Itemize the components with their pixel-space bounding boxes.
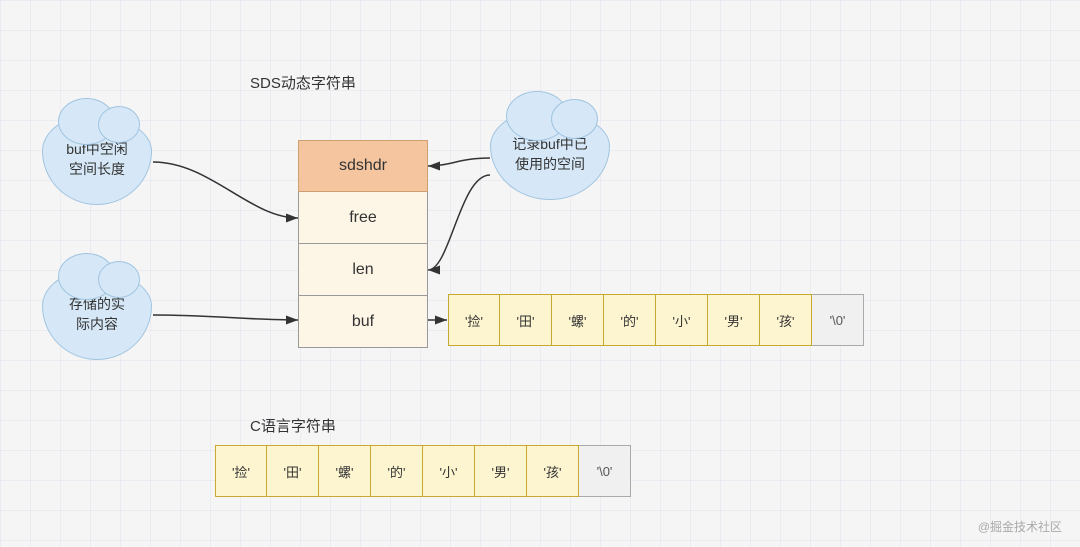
- c-char-row: '捡' '田' '螺' '的' '小' '男' '孩' '\0': [215, 445, 631, 497]
- c-char-5: '男': [475, 445, 527, 497]
- cloud-free-space-label: buf中空闲空间长度: [66, 140, 127, 179]
- watermark: @掘金技术社区: [978, 518, 1062, 535]
- sds-structure: sdshdr free len buf: [298, 140, 428, 348]
- sds-char-1: '田': [500, 294, 552, 346]
- c-char-null: '\0': [579, 445, 631, 497]
- cloud-used-space: 记录buf中已使用的空间: [490, 110, 610, 200]
- sds-char-0: '捡': [448, 294, 500, 346]
- sds-cell-buf: buf: [298, 296, 428, 348]
- c-string-title: C语言字符串: [250, 415, 336, 436]
- sds-char-null: '\0': [812, 294, 864, 346]
- sds-cell-len: len: [298, 244, 428, 296]
- cloud-actual-content-label: 存储的实际内容: [69, 295, 125, 334]
- sds-char-4: '小': [656, 294, 708, 346]
- diagram: SDS动态字符串 buf中空闲空间长度 记录buf中已使用的空间 存储的实际内容…: [0, 0, 1080, 547]
- sds-char-5: '男': [708, 294, 760, 346]
- cloud-used-space-label: 记录buf中已使用的空间: [512, 135, 587, 174]
- sds-title: SDS动态字符串: [250, 72, 356, 93]
- sds-char-2: '螺': [552, 294, 604, 346]
- sds-cell-free: free: [298, 192, 428, 244]
- cloud-free-space: buf中空闲空间长度: [42, 115, 152, 205]
- c-char-4: '小': [423, 445, 475, 497]
- sds-cell-sdshdr: sdshdr: [298, 140, 428, 192]
- c-char-3: '的': [371, 445, 423, 497]
- c-char-2: '螺': [319, 445, 371, 497]
- sds-char-3: '的': [604, 294, 656, 346]
- sds-char-row: '捡' '田' '螺' '的' '小' '男' '孩' '\0': [448, 294, 864, 346]
- c-char-0: '捡': [215, 445, 267, 497]
- c-char-1: '田': [267, 445, 319, 497]
- cloud-actual-content: 存储的实际内容: [42, 270, 152, 360]
- sds-char-6: '孩': [760, 294, 812, 346]
- c-char-6: '孩': [527, 445, 579, 497]
